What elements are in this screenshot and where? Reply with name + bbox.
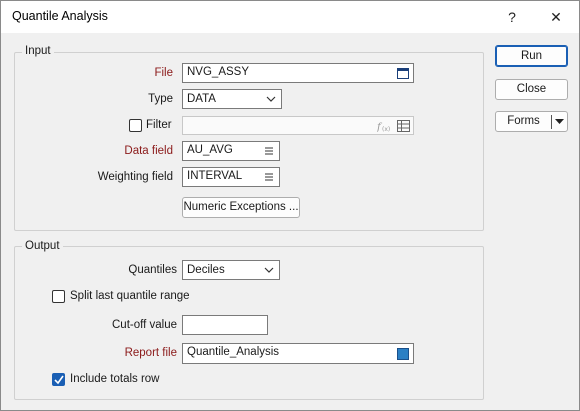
title-bar: Quantile Analysis ? ✕: [1, 1, 579, 33]
svg-text:(x): (x): [382, 126, 390, 132]
include-totals-checkbox[interactable]: [52, 373, 65, 386]
filter-input[interactable]: f (x): [182, 116, 414, 135]
split-last-checkbox[interactable]: [52, 290, 65, 303]
data-field-value: AU_AVG: [187, 144, 233, 156]
help-button[interactable]: ?: [497, 5, 527, 29]
data-field-label: Data field: [124, 145, 173, 157]
split-last-label: Split last quantile range: [70, 290, 190, 302]
report-file-label: Report file: [124, 347, 177, 359]
chevron-down-icon: [266, 96, 276, 102]
checkmark-icon: [54, 375, 64, 385]
quantiles-value: Deciles: [187, 264, 225, 276]
filter-table-icon[interactable]: [397, 120, 410, 132]
file-input[interactable]: NVG_ASSY: [182, 63, 414, 83]
close-button[interactable]: Close: [495, 79, 568, 100]
filter-label: Filter: [146, 119, 172, 131]
close-window-button[interactable]: ✕: [541, 5, 571, 29]
report-file-input[interactable]: Quantile_Analysis: [182, 343, 414, 364]
cutoff-label: Cut-off value: [112, 319, 177, 331]
type-select[interactable]: DATA: [182, 89, 282, 109]
forms-separator: [551, 115, 552, 129]
caret-down-icon[interactable]: [555, 119, 564, 125]
dialog-window: Quantile Analysis ? ✕ Input File NVG_ASS…: [0, 0, 580, 411]
weighting-field-value: INTERVAL: [187, 170, 243, 182]
numeric-exceptions-button[interactable]: Numeric Exceptions ...: [182, 197, 300, 218]
report-file-value: Quantile_Analysis: [187, 346, 280, 358]
list-icon[interactable]: [265, 173, 273, 181]
quantiles-select[interactable]: Deciles: [182, 260, 280, 280]
run-button[interactable]: Run: [495, 45, 568, 67]
include-totals-label: Include totals row: [70, 373, 160, 385]
file-label: File: [154, 67, 173, 79]
expression-icon[interactable]: f (x): [377, 120, 391, 132]
type-label: Type: [148, 93, 173, 105]
filter-checkbox[interactable]: [129, 119, 142, 132]
file-value: NVG_ASSY: [187, 66, 249, 78]
cutoff-input[interactable]: [182, 315, 268, 335]
forms-button-label: Forms: [507, 115, 540, 127]
data-field-input[interactable]: AU_AVG: [182, 141, 280, 161]
quantiles-label: Quantiles: [128, 264, 177, 276]
chevron-down-icon: [264, 267, 274, 273]
file-browse-icon[interactable]: [397, 67, 409, 79]
window-title: Quantile Analysis: [12, 9, 108, 23]
forms-button[interactable]: Forms: [495, 111, 568, 132]
report-file-icon[interactable]: [397, 348, 409, 360]
output-group-label: Output: [22, 240, 63, 252]
list-icon[interactable]: [265, 147, 273, 155]
weighting-field-label: Weighting field: [97, 171, 173, 183]
input-group-label: Input: [22, 45, 54, 57]
weighting-field-input[interactable]: INTERVAL: [182, 167, 280, 187]
type-value: DATA: [187, 93, 216, 105]
